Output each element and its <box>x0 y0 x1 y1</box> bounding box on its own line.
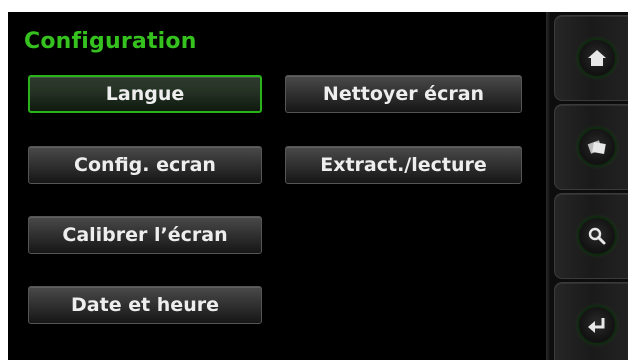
search-button[interactable] <box>554 193 628 279</box>
nettoyer-ecran-button[interactable]: Nettoyer écran <box>285 75 522 113</box>
return-button[interactable] <box>554 282 628 360</box>
config-screen: Configuration Langue Nettoyer écran Conf… <box>8 12 628 360</box>
page-title: Configuration <box>24 29 197 54</box>
calibrer-ecran-button[interactable]: Calibrer l’écran <box>28 216 262 254</box>
sidebar <box>546 12 628 360</box>
cards-button[interactable] <box>554 104 628 190</box>
return-icon <box>579 307 615 343</box>
magnifier-icon <box>579 218 615 254</box>
cards-icon <box>579 129 615 165</box>
date-heure-button[interactable]: Date et heure <box>28 286 262 324</box>
config-ecran-button[interactable]: Config. ecran <box>28 146 262 184</box>
langue-button[interactable]: Langue <box>28 75 262 113</box>
home-icon <box>579 40 615 76</box>
extract-lecture-button[interactable]: Extract./lecture <box>285 146 522 184</box>
home-button[interactable] <box>554 15 628 101</box>
